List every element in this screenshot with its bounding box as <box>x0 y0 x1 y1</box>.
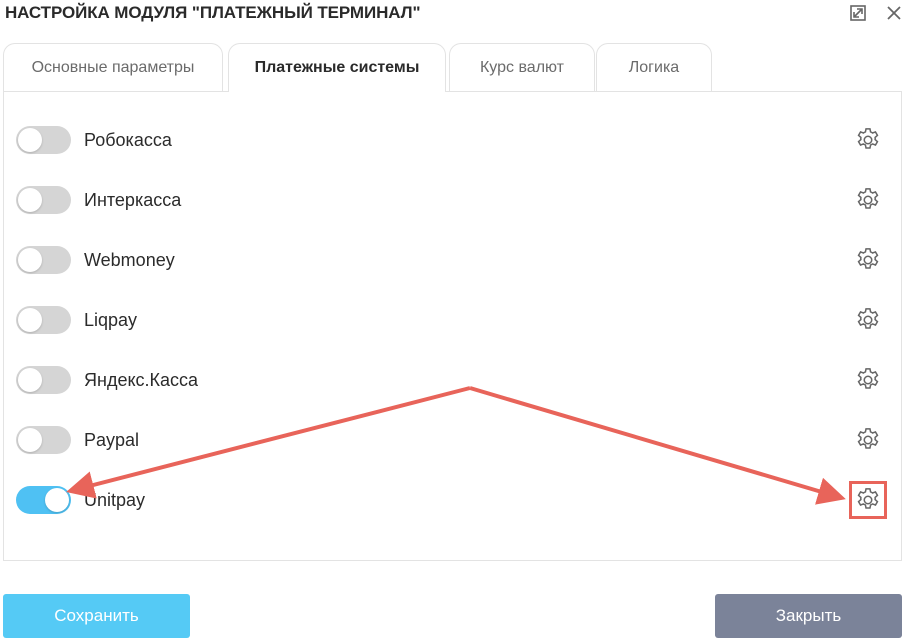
toggle-switch[interactable] <box>16 366 71 394</box>
payment-system-row: Liqpay <box>16 305 888 337</box>
payment-system-label: Интеркасса <box>84 190 182 210</box>
toggle-knob <box>18 248 42 272</box>
tab-label: Курс валют <box>479 58 564 76</box>
tab-logic[interactable]: Логика <box>596 43 712 91</box>
payment-systems-panel: Робокасса Интеркасса Webmoney Liqpay Яндекс.… <box>3 91 902 561</box>
toggle-knob <box>18 188 42 212</box>
toggle-knob <box>18 428 42 452</box>
toggle-switch[interactable] <box>16 126 71 154</box>
gear-icon[interactable] <box>854 306 882 334</box>
toggle-switch[interactable] <box>16 486 71 514</box>
close-button[interactable]: Закрыть <box>715 594 902 638</box>
payment-system-label: Яндекс.Касса <box>84 370 199 390</box>
payment-system-row: Робокасса <box>16 125 888 157</box>
toggle-switch[interactable] <box>16 186 71 214</box>
payment-system-label: Webmoney <box>84 250 175 270</box>
payment-system-label: Робокасса <box>84 130 172 150</box>
gear-icon[interactable] <box>854 126 882 154</box>
save-button[interactable]: Сохранить <box>3 594 190 638</box>
payment-system-row: Paypal <box>16 425 888 457</box>
dialog-title: НАСТРОЙКА МОДУЛЯ "ПЛАТЕЖНЫЙ ТЕРМИНАЛ" <box>5 3 421 22</box>
gear-icon[interactable] <box>854 246 882 274</box>
payment-system-label: Liqpay <box>84 310 138 330</box>
payment-system-label: Unitpay <box>84 490 146 510</box>
tab-payment-systems[interactable]: Платежные системы <box>228 43 446 92</box>
toggle-knob <box>45 488 69 512</box>
toggle-knob <box>18 308 42 332</box>
payment-system-row: Unitpay <box>16 481 888 519</box>
toggle-knob <box>18 368 42 392</box>
tab-label: Основные параметры <box>31 58 195 76</box>
maximize-icon[interactable] <box>848 3 868 23</box>
tab-exchange-rates[interactable]: Курс валют <box>449 43 595 91</box>
gear-icon[interactable] <box>849 481 887 519</box>
toggle-switch[interactable] <box>16 306 71 334</box>
payment-system-row: Яндекс.Касса <box>16 365 888 397</box>
close-icon[interactable] <box>884 3 904 23</box>
tab-label: Платежные системы <box>254 59 420 76</box>
payment-system-row: Интеркасса <box>16 185 888 217</box>
toggle-switch[interactable] <box>16 246 71 274</box>
toggle-switch[interactable] <box>16 426 71 454</box>
tab-label: Логика <box>628 58 680 76</box>
gear-icon[interactable] <box>854 186 882 214</box>
gear-icon[interactable] <box>854 426 882 454</box>
payment-system-label: Paypal <box>84 430 140 450</box>
gear-icon[interactable] <box>854 366 882 394</box>
toggle-knob <box>18 128 42 152</box>
payment-system-row: Webmoney <box>16 245 888 277</box>
tab-main-settings[interactable]: Основные параметры <box>3 43 223 91</box>
